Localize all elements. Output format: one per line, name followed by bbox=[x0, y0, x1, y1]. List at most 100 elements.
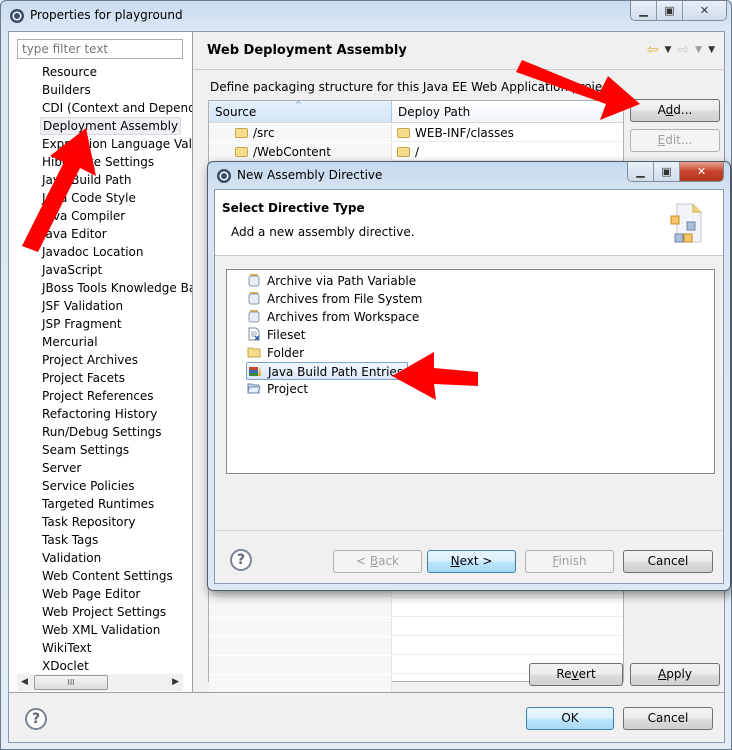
source-cell bbox=[209, 618, 392, 636]
back-arrow-icon[interactable]: ⇦ bbox=[647, 42, 659, 58]
back-button[interactable]: < Back bbox=[333, 550, 422, 573]
filter-input[interactable] bbox=[17, 39, 183, 59]
tree-item[interactable]: Java Editor bbox=[9, 225, 192, 243]
tree-item-label: Web Content Settings bbox=[42, 569, 173, 583]
dialog-titlebar[interactable]: New Assembly Directive ▁ ▣ ✕ bbox=[208, 162, 730, 190]
directive-list-item[interactable]: Archive via Path Variable bbox=[247, 272, 420, 290]
tree-item[interactable]: Run/Debug Settings bbox=[9, 423, 192, 441]
tree-item[interactable]: CDI (Context and Dependen bbox=[9, 99, 192, 117]
deploy-path-text: / bbox=[415, 145, 420, 159]
tree-item[interactable]: Project References bbox=[9, 387, 192, 405]
help-button[interactable]: ? bbox=[25, 708, 47, 730]
tree-item[interactable]: Project Facets bbox=[9, 369, 192, 387]
tree-item[interactable]: Web Page Editor bbox=[9, 585, 192, 603]
directive-list-item[interactable]: Archives from Workspace bbox=[247, 308, 423, 326]
tree-item[interactable]: JBoss Tools Knowledge Bas bbox=[9, 279, 192, 297]
scroll-left-icon[interactable]: ◀ bbox=[21, 677, 28, 687]
forward-arrow-icon[interactable]: ⇨ bbox=[677, 42, 689, 58]
close-button[interactable]: ✕ bbox=[683, 1, 726, 20]
scroll-right-icon[interactable]: ▶ bbox=[172, 677, 179, 687]
tree-item[interactable]: Hibernate Settings bbox=[9, 153, 192, 171]
tree-item-label: JBoss Tools Knowledge Bas bbox=[42, 281, 192, 295]
table-row[interactable]: /src WEB-INF/classes bbox=[209, 124, 623, 142]
maximize-button[interactable]: ▣ bbox=[657, 1, 683, 20]
tree-item[interactable]: Service Policies bbox=[9, 477, 192, 495]
directive-list-item[interactable]: Project bbox=[247, 380, 312, 398]
tree-item[interactable]: Deployment Assembly bbox=[9, 117, 192, 135]
tree-item-label: Java Code Style bbox=[42, 191, 136, 205]
tree-item[interactable]: Java Code Style bbox=[9, 189, 192, 207]
tree-item[interactable]: Refactoring History bbox=[9, 405, 192, 423]
tree-horizontal-scrollbar[interactable]: ◀ III ▶ bbox=[17, 674, 183, 691]
tree-item-label: Project Facets bbox=[42, 371, 125, 385]
tree-item[interactable]: XDoclet bbox=[9, 657, 192, 675]
back-dropdown-icon[interactable]: ▼ bbox=[665, 45, 672, 55]
directive-label: Fileset bbox=[267, 328, 306, 342]
jar-icon bbox=[248, 292, 260, 305]
maximize-icon: ▣ bbox=[661, 165, 672, 178]
tree-item-label: Hibernate Settings bbox=[42, 155, 155, 169]
column-header-source[interactable]: Source ^ bbox=[209, 100, 392, 123]
tree-item[interactable]: Java Build Path bbox=[9, 171, 192, 189]
project-folder-icon bbox=[247, 383, 261, 394]
tree-item[interactable]: Server bbox=[9, 459, 192, 477]
tree-item[interactable]: Javadoc Location bbox=[9, 243, 192, 261]
tree-item[interactable]: Task Repository bbox=[9, 513, 192, 531]
title-separator bbox=[194, 69, 725, 70]
tree-item-label: Javadoc Location bbox=[42, 245, 144, 259]
dialog-maximize-button[interactable]: ▣ bbox=[654, 162, 680, 181]
tree-item[interactable]: WikiText bbox=[9, 639, 192, 657]
tree-item[interactable]: Web Project Settings bbox=[9, 603, 192, 621]
directive-list-item[interactable]: Folder bbox=[247, 344, 308, 362]
tree-item[interactable]: Web Content Settings bbox=[9, 567, 192, 585]
directive-list-item[interactable]: Java Build Path Entries bbox=[246, 362, 409, 380]
tree-item[interactable]: JSP Fragment bbox=[9, 315, 192, 333]
tree-item[interactable]: Mercurial bbox=[9, 333, 192, 351]
tree-item[interactable]: Web XML Validation bbox=[9, 621, 192, 639]
tree-item-label: Web XML Validation bbox=[42, 623, 161, 637]
tree-item[interactable]: Validation bbox=[9, 549, 192, 567]
tree-item-label: Web Project Settings bbox=[42, 605, 167, 619]
directive-list-item[interactable]: Fileset bbox=[247, 326, 309, 344]
tree-item[interactable]: JavaScript bbox=[9, 261, 192, 279]
dialog-cancel-button[interactable]: Cancel bbox=[623, 550, 713, 573]
dialog-help-button[interactable]: ? bbox=[230, 549, 252, 571]
apply-button[interactable]: Apply bbox=[630, 663, 720, 686]
dialog-minimize-button[interactable]: ▁ bbox=[628, 162, 654, 181]
folder-icon bbox=[247, 347, 261, 358]
tree-item[interactable]: Project Archives bbox=[9, 351, 192, 369]
forward-dropdown-icon[interactable]: ▼ bbox=[695, 45, 702, 55]
directive-list-item[interactable]: Archives from File System bbox=[247, 290, 426, 308]
revert-button[interactable]: Revert bbox=[529, 663, 623, 686]
scrollbar-thumb[interactable]: III bbox=[34, 675, 108, 690]
wizard-title: Select Directive Type bbox=[222, 201, 365, 215]
tree-item[interactable]: Builders bbox=[9, 81, 192, 99]
window-titlebar[interactable]: Properties for playground ▁ ▣ ✕ bbox=[1, 1, 731, 31]
directive-label: Project bbox=[267, 382, 309, 396]
next-button[interactable]: Next > bbox=[427, 550, 516, 573]
tree-item[interactable]: JSF Validation bbox=[9, 297, 192, 315]
gear-icon bbox=[217, 169, 231, 183]
tree-item[interactable]: Seam Settings bbox=[9, 441, 192, 459]
tree-item[interactable]: Targeted Runtimes bbox=[9, 495, 192, 513]
tree-item[interactable]: Resource bbox=[9, 63, 192, 81]
tree-item[interactable]: Task Tags bbox=[9, 531, 192, 549]
deploy-path-cell: / bbox=[392, 143, 623, 161]
cancel-button[interactable]: Cancel bbox=[623, 707, 713, 730]
tree-item-label: Seam Settings bbox=[42, 443, 130, 457]
table-row[interactable]: /WebContent / bbox=[209, 143, 623, 161]
add-button[interactable]: Add... bbox=[630, 99, 720, 122]
view-menu-icon[interactable]: ▼ bbox=[708, 45, 715, 55]
sort-ascending-icon: ^ bbox=[295, 100, 302, 109]
jar-icon bbox=[248, 274, 260, 287]
directive-type-list: Archive via Path Variable Archives from F… bbox=[226, 269, 715, 474]
tree-item[interactable]: Expression Language Valida bbox=[9, 135, 192, 153]
edit-button[interactable]: Edit... bbox=[630, 129, 720, 152]
ok-button[interactable]: OK bbox=[526, 707, 614, 730]
dialog-close-button[interactable]: ✕ bbox=[680, 162, 723, 181]
finish-button[interactable]: Finish bbox=[525, 550, 614, 573]
tree-item[interactable]: Java Compiler bbox=[9, 207, 192, 225]
minimize-button[interactable]: ▁ bbox=[631, 1, 657, 20]
column-header-deploy-path[interactable]: Deploy Path bbox=[392, 101, 623, 123]
tree-item-label: JSF Validation bbox=[42, 299, 124, 313]
